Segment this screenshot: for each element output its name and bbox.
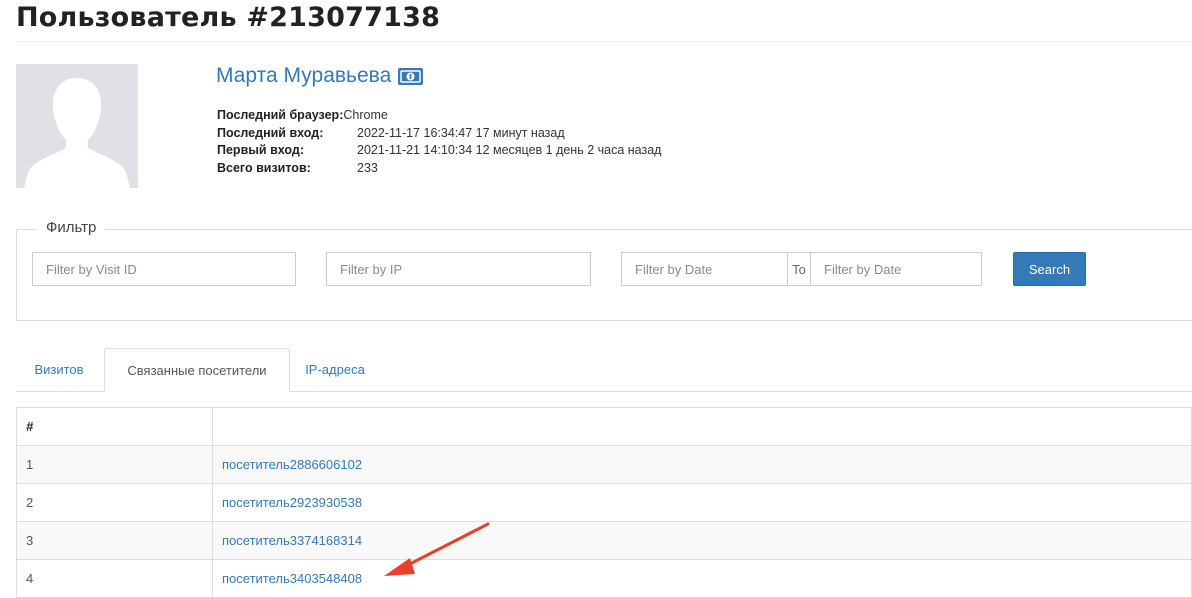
search-button[interactable]: Search (1013, 252, 1086, 286)
user-name-text[interactable]: Марта Муравьева (216, 64, 391, 88)
visitor-cell: посетитель2886606102 (212, 445, 1192, 484)
info-first-login: Первый вход: 2021-11-21 14:10:34 12 месяц… (217, 142, 661, 160)
row-number: 2 (16, 483, 213, 522)
table-row: 3 посетитель3374168314 (16, 521, 1192, 560)
tab-related-visitors[interactable]: Связанные посетители (104, 348, 290, 392)
visitor-link[interactable]: посетитель3374168314 (222, 533, 362, 548)
first-login-value: 2021-11-21 14:10:34 12 месяцев 1 день 2 … (357, 143, 662, 157)
avatar (16, 64, 138, 188)
user-silhouette-icon (16, 64, 138, 188)
visitor-link[interactable]: посетитель2886606102 (222, 457, 362, 472)
visit-id-filter-input[interactable] (32, 252, 296, 286)
filter-legend: Фильтр (37, 219, 106, 236)
row-number: 1 (16, 445, 213, 484)
date-range-to-addon: To (788, 252, 810, 286)
column-header-visitor (212, 407, 1192, 446)
info-visits: Всего визитов: 233 (217, 160, 661, 178)
visitor-link[interactable]: посетитель2923930538 (222, 495, 362, 510)
title-divider (16, 41, 1192, 42)
user-info: Последний браузер:Chrome Последний вход:… (217, 107, 661, 177)
last-login-value: 2022-11-17 16:34:47 17 минут назад (357, 125, 565, 140)
browser-value: Chrome (343, 108, 388, 122)
tab-visits[interactable]: Визитов (16, 348, 102, 391)
related-visitors-table: # 1 посетитель2886606102 2 посетитель292… (16, 407, 1192, 598)
visits-label: Всего визитов: (217, 160, 311, 175)
info-browser: Последний браузер:Chrome (217, 107, 661, 125)
cash-icon (397, 67, 424, 86)
column-header-number: # (16, 407, 213, 446)
date-from-filter-input[interactable] (621, 252, 788, 286)
ip-filter-input[interactable] (326, 252, 591, 286)
table-row: 2 посетитель2923930538 (16, 483, 1192, 522)
visits-value: 233 (357, 160, 378, 175)
browser-label: Последний браузер: (217, 108, 344, 122)
table-row: 1 посетитель2886606102 (16, 445, 1192, 484)
tabs-bar: Визитов Связанные посетители IP-адреса (16, 348, 1192, 392)
info-last-login: Последний вход: 2022-11-17 16:34:47 17 ми… (217, 125, 661, 143)
user-name[interactable]: Марта Муравьева (216, 64, 424, 88)
first-login-label: Первый вход: (217, 143, 304, 157)
tab-ip-addresses[interactable]: IP-адреса (292, 348, 378, 391)
page-title: Пользователь #213077138 (16, 2, 441, 33)
visitor-cell: посетитель3374168314 (212, 521, 1192, 560)
row-number: 3 (16, 521, 213, 560)
date-to-filter-input[interactable] (810, 252, 982, 286)
visitor-cell: посетитель2923930538 (212, 483, 1192, 522)
visitor-link[interactable]: посетитель3403548408 (222, 571, 362, 586)
last-login-label: Последний вход: (217, 125, 324, 140)
table-header-row: # (16, 407, 1192, 446)
